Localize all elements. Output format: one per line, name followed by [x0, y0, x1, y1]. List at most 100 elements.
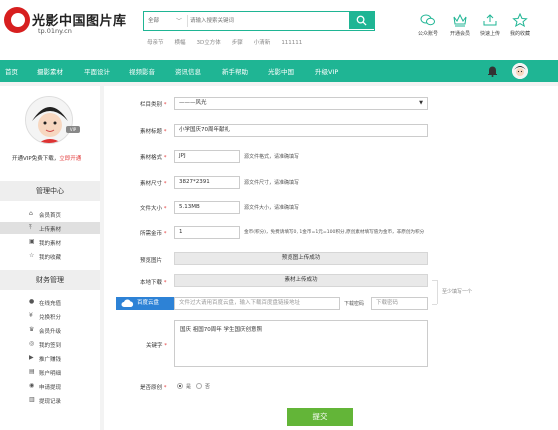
- hot-word-link[interactable]: 横幅: [175, 40, 186, 46]
- category-value: ———风光: [179, 100, 207, 106]
- nav-item-vip[interactable]: 升级VIP: [315, 66, 338, 76]
- bracket-line: [437, 280, 438, 304]
- dimension-input[interactable]: 3827*2391: [174, 176, 240, 189]
- original-no-radio[interactable]: [196, 383, 202, 389]
- sidebar-item-my-favorites[interactable]: ☆ 我的收藏: [0, 250, 100, 262]
- sidebar-section-title-manage: 管理中心: [0, 181, 100, 201]
- category-select[interactable]: ———风光 ▼: [174, 97, 428, 110]
- nav-item-home[interactable]: 首页: [5, 66, 18, 76]
- sidebar-item-label: 我的素材: [39, 241, 62, 247]
- local-download-label: 本地下载 *: [140, 278, 167, 286]
- sidebar: VIP 开通VIP免费下载，立即开通 管理中心 ⌂ 会员首页 ⤒ 上传素材 ▣ 我的素…: [0, 86, 100, 430]
- sidebar-section-title-finance: 财务管理: [0, 270, 100, 290]
- download-code-input[interactable]: 下载密码: [371, 297, 428, 310]
- checkin-icon: ◎: [29, 340, 35, 347]
- keywords-textarea[interactable]: 国庆 祖国70周年 学生国庆创意照: [174, 320, 428, 367]
- original-yes-label: 是: [186, 384, 192, 390]
- sidebar-item-label: 在线充值: [39, 301, 62, 307]
- preview-label: 预览图片: [140, 258, 163, 264]
- title-label-text: 素材标题: [140, 129, 163, 135]
- fill-at-least-one-hint: 至少填写一个: [442, 289, 473, 295]
- nav-item-news[interactable]: 资讯信息: [175, 66, 201, 76]
- nav-item-graphic[interactable]: 平面设计: [84, 66, 110, 76]
- vip-promo-text: 开通VIP免费下载，: [12, 156, 60, 162]
- sidebar-item-promote[interactable]: ▶ 推广赚钱: [0, 352, 100, 364]
- sidebar-item-upload[interactable]: ⤒ 上传素材: [0, 222, 100, 234]
- search-category-select[interactable]: 全部 ﹀: [148, 16, 186, 27]
- user-avatar[interactable]: [512, 63, 528, 79]
- baidu-link-input[interactable]: 文件过大请用百度云盘，输入下载百度盘链接地址: [174, 297, 340, 310]
- filesize-input[interactable]: 5.13MB: [174, 201, 240, 214]
- star-icon: ☆: [29, 252, 35, 259]
- sidebar-item-label: 我的收藏: [39, 255, 62, 261]
- sidebar-item-member-home[interactable]: ⌂ 会员首页: [0, 208, 100, 220]
- star-icon: [512, 13, 528, 27]
- quick-upload-link[interactable]: 快速上传: [475, 13, 505, 37]
- hot-word-link[interactable]: 步骤: [232, 40, 243, 46]
- home-icon: ⌂: [29, 210, 33, 217]
- promote-icon: ▶: [29, 354, 34, 361]
- original-yes-radio[interactable]: [177, 383, 183, 389]
- hot-word-link[interactable]: 3D立方体: [197, 40, 221, 46]
- record-icon: ▥: [29, 396, 35, 403]
- hot-word-link[interactable]: 母亲节: [147, 40, 164, 46]
- search-icon: [356, 15, 367, 26]
- required-mark: *: [163, 155, 167, 161]
- my-favorites-link[interactable]: 我的收藏: [505, 13, 535, 37]
- search-button[interactable]: [349, 12, 374, 29]
- nav-item-guangying[interactable]: 光影中国: [268, 66, 294, 76]
- vip-badge: VIP: [66, 126, 80, 133]
- filesize-hint: 源文件大小，请准确填写: [244, 205, 300, 211]
- sidebar-item-label: 申请提现: [39, 385, 62, 391]
- logo-subtitle: tp.01ny.cn: [38, 27, 72, 35]
- sidebar-item-label: 我的签到: [39, 343, 62, 349]
- filesize-label: 文件大小 *: [140, 204, 167, 212]
- keywords-label: 关键字 *: [146, 341, 167, 349]
- preview-upload-button[interactable]: 预览图上传成功: [174, 252, 428, 265]
- profile-avatar[interactable]: [25, 96, 73, 144]
- nav-item-video[interactable]: 视频影音: [129, 66, 155, 76]
- format-input[interactable]: JPJ: [174, 150, 240, 163]
- coin-icon: ●: [29, 298, 35, 305]
- search-divider: [187, 15, 188, 27]
- original-label-text: 是否原创: [140, 385, 163, 391]
- hot-word-link[interactable]: 111111: [281, 40, 302, 46]
- sidebar-item-recharge[interactable]: ● 在线充值: [0, 296, 100, 308]
- title-label: 素材标题 *: [140, 127, 167, 135]
- title-input[interactable]: 小学国庆70周年献礼: [174, 124, 428, 137]
- required-mark: *: [163, 280, 167, 286]
- vip-open-link[interactable]: 立即开通: [59, 156, 81, 162]
- baidu-cloud-button[interactable]: 百度云盘: [116, 297, 174, 310]
- open-vip-link[interactable]: 开通会员: [445, 13, 475, 37]
- upload-icon: [483, 14, 497, 26]
- site-header: 光影中国图片库 tp.01ny.cn 全部 ﹀ 母亲节横幅3D立方体步骤小清新1…: [0, 0, 558, 60]
- nav-item-photo[interactable]: 摄影素材: [37, 66, 63, 76]
- withdraw-icon: ◉: [29, 382, 35, 389]
- sidebar-item-label: 会员首页: [39, 213, 62, 219]
- sidebar-item-account-detail[interactable]: ▤ 账户明细: [0, 366, 100, 378]
- vip-promo: 开通VIP免费下载，立即开通: [12, 154, 81, 162]
- sidebar-item-exchange[interactable]: ¥ 兑换积分: [0, 310, 100, 322]
- required-mark: *: [163, 129, 167, 135]
- category-label: 栏目类别 *: [140, 100, 167, 108]
- sidebar-item-withdraw[interactable]: ◉ 申请提现: [0, 380, 100, 392]
- keywords-label-text: 关键字: [146, 343, 163, 349]
- coins-input[interactable]: 1: [174, 226, 240, 239]
- top-icon-label: 我的收藏: [509, 31, 530, 37]
- sidebar-item-my-materials[interactable]: ▣ 我的素材: [0, 236, 100, 248]
- sidebar-item-upgrade[interactable]: ♛ 会员升级: [0, 324, 100, 336]
- material-upload-button[interactable]: 素材上传成功: [174, 274, 428, 287]
- logo-icon[interactable]: [4, 7, 30, 33]
- sidebar-item-checkin[interactable]: ◎ 我的签到: [0, 338, 100, 350]
- top-icon-label: 快速上传: [479, 31, 500, 37]
- bracket-line: [432, 304, 437, 305]
- baidu-cloud-label: 百度云盘: [137, 300, 160, 306]
- search-input[interactable]: [190, 13, 340, 29]
- submit-button[interactable]: 提交: [287, 408, 353, 426]
- wechat-account-link[interactable]: 公众账号: [413, 13, 443, 37]
- hot-word-link[interactable]: 小清新: [254, 40, 271, 46]
- sidebar-item-withdraw-record[interactable]: ▥ 提现记录: [0, 394, 100, 406]
- nav-item-help[interactable]: 新手帮助: [222, 66, 248, 76]
- bell-icon[interactable]: [487, 65, 498, 77]
- crown-icon: ♛: [29, 326, 35, 333]
